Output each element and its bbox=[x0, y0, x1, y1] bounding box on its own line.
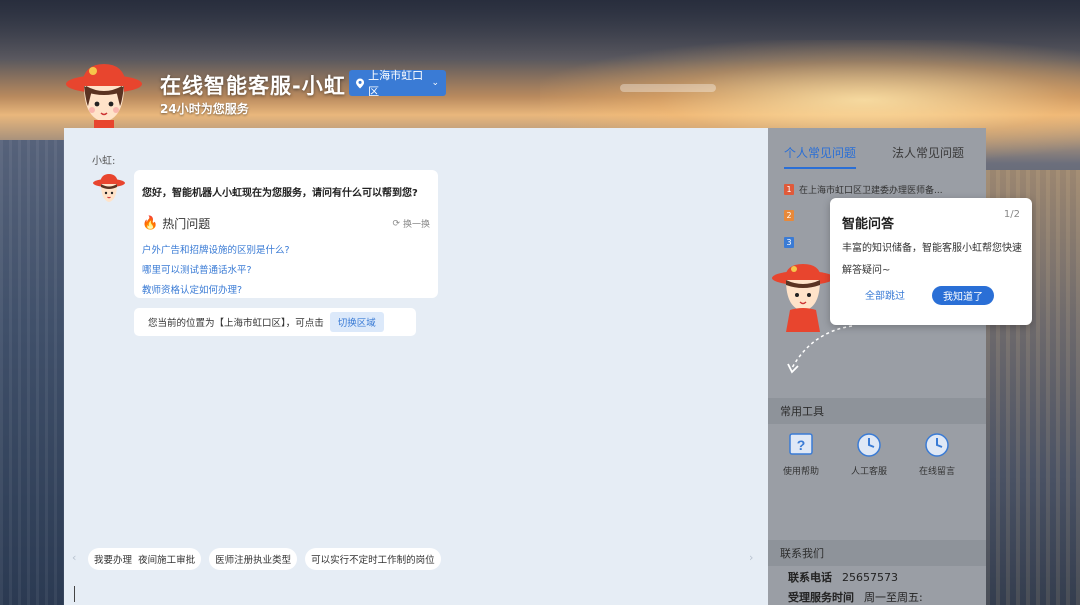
fire-icon: 🔥 bbox=[142, 216, 159, 231]
faq-rank-badge: 2 bbox=[784, 210, 794, 221]
mascot-avatar bbox=[66, 64, 142, 128]
tool-human-service[interactable]: 人工客服 bbox=[850, 432, 888, 477]
tool-help[interactable]: ? 使用帮助 bbox=[782, 432, 820, 477]
quick-chips: 我要办理 夜间施工审批 医师注册执业类型 可以实行不定时工作制的岗位 bbox=[88, 548, 441, 570]
hot-question-link[interactable]: 户外广告和招牌设施的区别是什么? bbox=[142, 242, 430, 256]
mascot-guide bbox=[772, 264, 834, 332]
popup-body: 丰富的知识储备，智能客服小虹帮您快速解答疑问~ bbox=[842, 243, 1022, 276]
popup-title: 智能问答 bbox=[842, 217, 895, 232]
quick-chip[interactable]: 可以实行不定时工作制的岗位 bbox=[305, 548, 441, 570]
chat-panel: 小虹: 您好，智能机器人小虹现在为您服务，请问有什么可以帮到您? 🔥 热门问题 … bbox=[64, 128, 768, 605]
location-selector[interactable]: 上海市虹口区 ⌄ bbox=[349, 69, 446, 98]
hot-question-link[interactable]: 哪里可以测试普通话水平? bbox=[142, 262, 430, 276]
app-subtitle: 24小时为您服务 bbox=[160, 102, 249, 116]
contact-phone: 联系电话 25657573 bbox=[788, 571, 898, 584]
app-title: 在线智能客服-小虹 bbox=[160, 74, 346, 98]
help-icon: ? bbox=[789, 433, 813, 455]
got-it-button[interactable]: 我知道了 bbox=[932, 286, 994, 305]
skip-all-button[interactable]: 全部跳过 bbox=[865, 287, 905, 302]
switch-region-button[interactable]: 切换区域 bbox=[329, 312, 384, 332]
tools-section-title: 常用工具 bbox=[768, 398, 986, 424]
faq-rank-badge: 1 bbox=[784, 184, 794, 195]
location-note: 您当前的位置为【上海市虹口区】，可点击 切换区域 bbox=[134, 308, 416, 336]
refresh-icon: ⟳ bbox=[392, 218, 400, 229]
greeting-bubble: 您好，智能机器人小虹现在为您服务，请问有什么可以帮到您? 🔥 热门问题 ⟳ 换一… bbox=[134, 170, 438, 298]
city-skyline-left bbox=[0, 140, 64, 605]
tab-personal-faq[interactable]: 个人常见问题 bbox=[784, 144, 857, 169]
chevron-left-icon[interactable]: ‹ bbox=[72, 551, 76, 564]
greeting-text: 您好，智能机器人小虹现在为您服务，请问有什么可以帮到您? bbox=[142, 188, 418, 199]
faq-item[interactable]: 1 在上海市虹口区卫建委办理医师备... bbox=[784, 183, 943, 196]
quick-chip[interactable]: 医师注册执业类型 bbox=[209, 548, 298, 570]
chevron-right-icon[interactable]: › bbox=[749, 551, 753, 564]
quick-chip[interactable]: 我要办理 夜间施工审批 bbox=[88, 548, 202, 570]
hot-questions-title: 热门问题 bbox=[162, 217, 211, 231]
guide-popup: 智能问答 1/2 丰富的知识储备，智能客服小虹帮您快速解答疑问~ 全部跳过 我知… bbox=[830, 198, 1032, 325]
popup-step-counter: 1/2 bbox=[1003, 209, 1020, 220]
hot-question-link[interactable]: 教师资格认定如何办理? bbox=[142, 282, 430, 296]
bot-name-line: 小虹: bbox=[92, 152, 115, 167]
clock-icon bbox=[925, 433, 949, 457]
faq-item[interactable]: 3 bbox=[784, 237, 794, 248]
faq-item[interactable]: 2 bbox=[784, 210, 794, 221]
header-decoration bbox=[620, 84, 716, 92]
faq-item-text: 在上海市虹口区卫建委办理医师备... bbox=[799, 186, 943, 196]
location-pin-icon bbox=[356, 78, 365, 88]
contact-section-title: 联系我们 bbox=[768, 540, 986, 566]
svg-text:?: ? bbox=[797, 437, 806, 453]
tool-online-message[interactable]: 在线留言 bbox=[918, 432, 956, 477]
bot-avatar bbox=[93, 174, 125, 202]
faq-tabs: 个人常见问题 法人常见问题 bbox=[784, 144, 964, 169]
location-note-text: 您当前的位置为【上海市虹口区】，可点击 bbox=[148, 318, 324, 329]
chevron-down-icon: ⌄ bbox=[431, 78, 439, 88]
clock-icon bbox=[857, 433, 881, 457]
refresh-button[interactable]: ⟳ 换一换 bbox=[392, 217, 430, 231]
hot-questions-header: 🔥 热门问题 ⟳ 换一换 bbox=[142, 215, 430, 232]
contact-hours: 受理服务时间 周一至周五: bbox=[788, 591, 923, 604]
message-input[interactable] bbox=[74, 586, 75, 602]
location-label: 上海市虹口区 bbox=[368, 69, 424, 98]
bot-name: 小虹: bbox=[92, 156, 116, 167]
tab-corporate-faq[interactable]: 法人常见问题 bbox=[892, 144, 964, 169]
faq-rank-badge: 3 bbox=[784, 237, 794, 248]
tools-row: ? 使用帮助 人工客服 在线留言 bbox=[782, 432, 956, 477]
